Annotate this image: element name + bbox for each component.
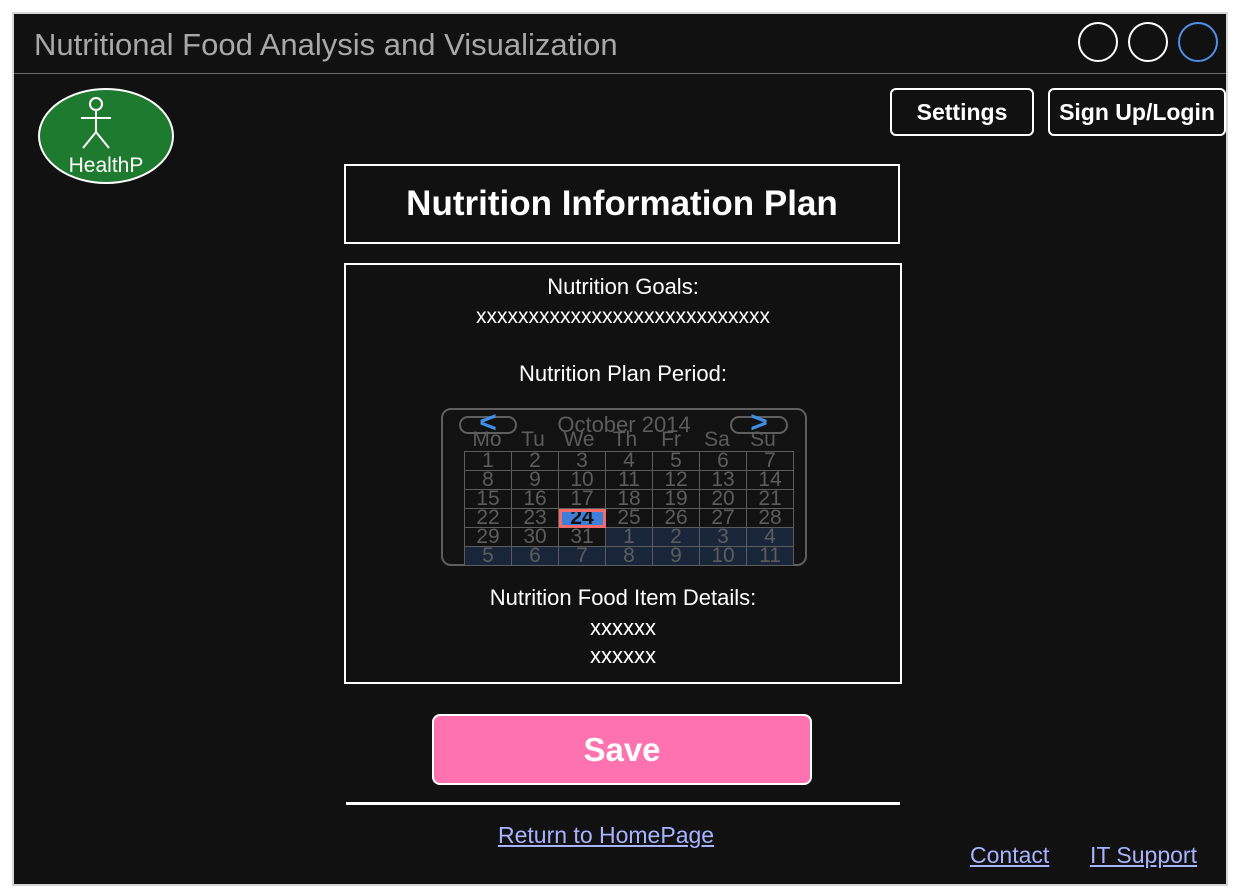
minimize-button[interactable] [1078, 22, 1118, 62]
calendar-day[interactable]: 7 [558, 545, 606, 566]
calendar-day[interactable]: 6 [511, 545, 559, 566]
maximize-button[interactable] [1178, 22, 1218, 62]
healthp-logo[interactable]: HealthP [38, 88, 174, 184]
settings-button[interactable]: Settings [890, 88, 1034, 136]
calendar-day[interactable]: 10 [699, 545, 747, 566]
signup-login-button[interactable]: Sign Up/Login [1048, 88, 1226, 136]
restore-button[interactable] [1128, 22, 1168, 62]
calendar-day-grid: 1 2 3 4 5 6 7 8 9 10 11 12 13 14 15 16 17 18 19 20 21 22 23 24 2… [464, 450, 794, 566]
calendar-day[interactable]: 8 [605, 545, 653, 566]
nutrition-goals-value: xxxxxxxxxxxxxxxxxxxxxxxxxxxx [476, 305, 770, 328]
it-support-link[interactable]: IT Support [1090, 842, 1197, 869]
date-picker-calendar[interactable]: October 2014 < > Mo Tu We Th Fr Sa Su 12345678… [441, 408, 807, 566]
calendar-day[interactable]: 9 [652, 545, 700, 566]
return-home-link[interactable]: Return to HomePage [498, 822, 714, 849]
logo-label: HealthP [68, 154, 144, 177]
stick-figure-icon [81, 97, 111, 149]
food-item-details-label: Nutrition Food Item Details: [489, 585, 757, 610]
window-title: Nutritional Food Analysis and Visualizat… [34, 27, 618, 62]
calendar-day[interactable]: 5 [464, 545, 512, 566]
calendar-day[interactable]: 11 [746, 545, 794, 566]
section-divider [346, 802, 900, 805]
title-bar: Nutritional Food Analysis and Visualizat… [14, 14, 1226, 74]
calendar-week-row: 5 6 7 8 9 10 11 [464, 545, 794, 566]
food-item-detail-line-1: xxxxxx [590, 615, 656, 640]
food-item-detail-line-2: xxxxxx [590, 643, 656, 668]
plan-period-label: Nutrition Plan Period: [519, 361, 727, 386]
save-button[interactable]: Save [432, 714, 812, 785]
nutrition-goals-label: Nutrition Goals: [547, 274, 699, 299]
weekday-label: Su [750, 428, 776, 451]
app-window: Nutritional Food Analysis and Visualizat… [12, 12, 1228, 886]
page-title: Nutrition Information Plan [344, 164, 900, 244]
nutrition-plan-card: Nutrition Goals: xxxxxxxxxxxxxxxxxxxxxxx… [344, 263, 902, 684]
contact-link[interactable]: Contact [970, 842, 1049, 869]
